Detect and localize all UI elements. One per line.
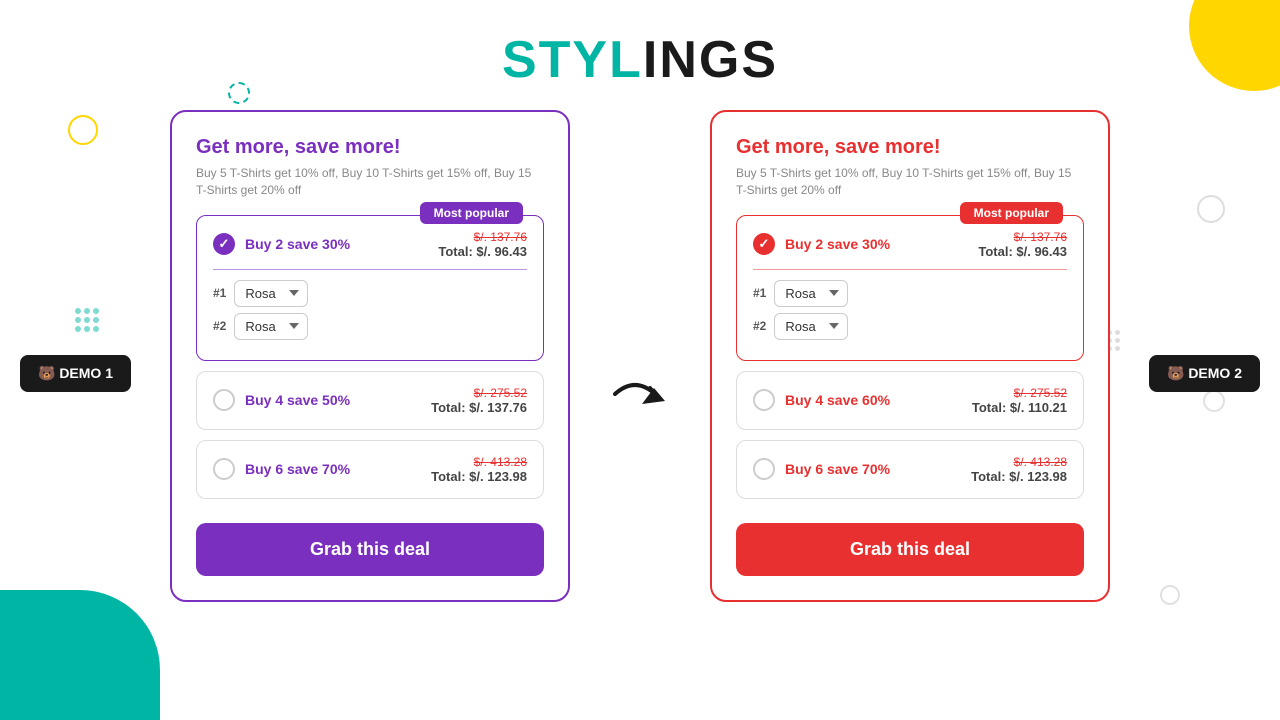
card2-option1-total: Total: $/. 96.43	[978, 244, 1067, 259]
card2-option1-divider	[753, 269, 1067, 270]
card1-option2-original: $/. 275.52	[431, 386, 527, 400]
card1-option3[interactable]: Buy 6 save 70% $/. 413.28 Total: $/. 123…	[196, 440, 544, 499]
card2-option3-radio	[753, 458, 775, 480]
card2-option2-total: Total: $/. 110.21	[972, 400, 1067, 415]
card2-option3-left: Buy 6 save 70%	[753, 458, 890, 480]
card2-subtitle: Buy 5 T-Shirts get 10% off, Buy 10 T-Shi…	[736, 165, 1084, 199]
logo-lings: INGS	[643, 31, 778, 89]
demo2-button[interactable]: 🐻 DEMO 2	[1149, 355, 1260, 392]
card2-option2[interactable]: Buy 4 save 60% $/. 275.52 Total: $/. 110…	[736, 371, 1084, 430]
logo-sty: STYL	[502, 31, 643, 89]
card1-dropdown2-row: #2 Rosa Azul Verde	[213, 313, 527, 340]
card-purple: Get more, save more! Buy 5 T-Shirts get …	[170, 110, 570, 602]
logo: STYLINGS	[0, 30, 1280, 90]
card2-dropdown1-row: #1 Rosa Azul Verde	[753, 280, 1067, 307]
card2-option1-header: ✓ Buy 2 save 30% $/. 137.76 Total: $/. 9…	[753, 230, 1067, 259]
card2-option3[interactable]: Buy 6 save 70% $/. 413.28 Total: $/. 123…	[736, 440, 1084, 499]
check-mark-red: ✓	[759, 236, 770, 252]
card1-dropdown2-num: #2	[213, 319, 226, 333]
card2-option2-radio	[753, 389, 775, 411]
card1-option2-header: Buy 4 save 50% $/. 275.52 Total: $/. 137…	[213, 386, 527, 415]
check-mark: ✓	[219, 236, 230, 252]
card1-option1-right: $/. 137.76 Total: $/. 96.43	[438, 230, 527, 259]
card1-option2-label: Buy 4 save 50%	[245, 392, 350, 408]
demo1-button[interactable]: 🐻 DEMO 1	[20, 355, 131, 392]
card1-option2[interactable]: Buy 4 save 50% $/. 275.52 Total: $/. 137…	[196, 371, 544, 430]
card1-option1-total: Total: $/. 96.43	[438, 244, 527, 259]
card1-dropdown1-num: #1	[213, 286, 226, 300]
card1-option2-left: Buy 4 save 50%	[213, 389, 350, 411]
card1-option1[interactable]: Most popular ✓ Buy 2 save 30% $/. 137.76…	[196, 215, 544, 361]
card2-title: Get more, save more!	[736, 136, 1084, 159]
card1-subtitle: Buy 5 T-Shirts get 10% off, Buy 10 T-Shi…	[196, 165, 544, 199]
card1-option3-header: Buy 6 save 70% $/. 413.28 Total: $/. 123…	[213, 455, 527, 484]
card2-option1-original: $/. 137.76	[978, 230, 1067, 244]
card1-option1-left: ✓ Buy 2 save 30%	[213, 233, 350, 255]
card2-option3-total: Total: $/. 123.98	[971, 469, 1067, 484]
card-red: Get more, save more! Buy 5 T-Shirts get …	[710, 110, 1110, 602]
card2-dropdown1-num: #1	[753, 286, 766, 300]
card2-option2-original: $/. 275.52	[972, 386, 1067, 400]
card1-dropdown1[interactable]: Rosa Azul Verde	[234, 280, 308, 307]
card2-option1-right: $/. 137.76 Total: $/. 96.43	[978, 230, 1067, 259]
card1-option3-label: Buy 6 save 70%	[245, 461, 350, 477]
card2-option3-original: $/. 413.28	[971, 455, 1067, 469]
card2-dropdown2-row: #2 Rosa Azul Verde	[753, 313, 1067, 340]
card2-option1-check: ✓	[753, 233, 775, 255]
card1-option3-original: $/. 413.28	[431, 455, 527, 469]
card2-option2-label: Buy 4 save 60%	[785, 392, 890, 408]
card2-option1-label: Buy 2 save 30%	[785, 236, 890, 252]
card1-dropdown1-row: #1 Rosa Azul Verde	[213, 280, 527, 307]
card2-dropdown1[interactable]: Rosa Azul Verde	[774, 280, 848, 307]
card2-dropdown2-num: #2	[753, 319, 766, 333]
card2-option3-label: Buy 6 save 70%	[785, 461, 890, 477]
deco-teal-shape	[0, 590, 160, 720]
card1-option3-left: Buy 6 save 70%	[213, 458, 350, 480]
card1-cta-button[interactable]: Grab this deal	[196, 523, 544, 576]
card1-option3-right: $/. 413.28 Total: $/. 123.98	[431, 455, 527, 484]
card2-badge: Most popular	[960, 202, 1063, 224]
card1-option1-divider	[213, 269, 527, 270]
card1-option2-total: Total: $/. 137.76	[431, 400, 527, 415]
main-content: Get more, save more! Buy 5 T-Shirts get …	[0, 110, 1280, 602]
card1-title: Get more, save more!	[196, 136, 544, 159]
card1-option3-radio	[213, 458, 235, 480]
arrow-icon	[610, 366, 670, 426]
card2-option2-right: $/. 275.52 Total: $/. 110.21	[972, 386, 1067, 415]
card1-dropdown2[interactable]: Rosa Azul Verde	[234, 313, 308, 340]
card1-option1-check: ✓	[213, 233, 235, 255]
header: STYLINGS	[0, 0, 1280, 110]
card1-option3-total: Total: $/. 123.98	[431, 469, 527, 484]
demo1-label: 🐻 DEMO 1	[38, 365, 113, 382]
card1-option1-label: Buy 2 save 30%	[245, 236, 350, 252]
demo2-label: 🐻 DEMO 2	[1167, 365, 1242, 382]
card2-option1-left: ✓ Buy 2 save 30%	[753, 233, 890, 255]
card2-option2-left: Buy 4 save 60%	[753, 389, 890, 411]
card1-option1-original: $/. 137.76	[438, 230, 527, 244]
card1-option2-radio	[213, 389, 235, 411]
card1-option2-right: $/. 275.52 Total: $/. 137.76	[431, 386, 527, 415]
arrow-container	[610, 110, 670, 602]
card2-dropdown2[interactable]: Rosa Azul Verde	[774, 313, 848, 340]
card1-option1-header: ✓ Buy 2 save 30% $/. 137.76 Total: $/. 9…	[213, 230, 527, 259]
card1-badge: Most popular	[420, 202, 523, 224]
card2-option1[interactable]: Most popular ✓ Buy 2 save 30% $/. 137.76…	[736, 215, 1084, 361]
card2-option3-header: Buy 6 save 70% $/. 413.28 Total: $/. 123…	[753, 455, 1067, 484]
card2-option3-right: $/. 413.28 Total: $/. 123.98	[971, 455, 1067, 484]
card2-cta-button[interactable]: Grab this deal	[736, 523, 1084, 576]
card2-option2-header: Buy 4 save 60% $/. 275.52 Total: $/. 110…	[753, 386, 1067, 415]
